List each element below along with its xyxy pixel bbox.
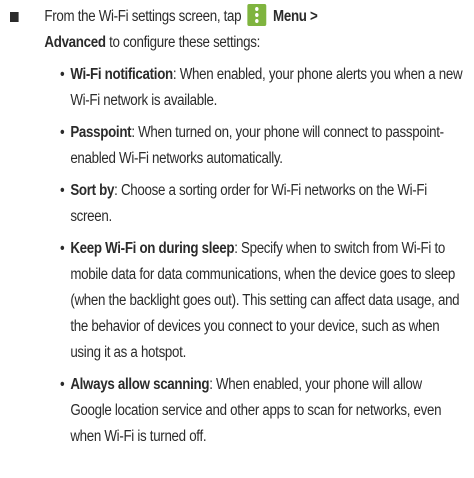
item-term: Keep Wi-Fi on during sleep [70, 240, 235, 257]
bullet-dot-icon: • [60, 240, 65, 257]
intro-paragraph: From the Wi-Fi settings screen, tap Menu… [10, 4, 470, 56]
settings-list: • Wi-Fi notification: When enabled, your… [60, 62, 464, 456]
bullet-dot-icon: • [60, 124, 65, 141]
item-term: Wi-Fi notification [70, 66, 173, 83]
intro-suffix: to configure these settings: [109, 34, 261, 51]
bullet-dot-icon: • [60, 376, 65, 393]
item-desc: : Specify when to switch from Wi-Fi to m… [70, 240, 460, 361]
bullet-dot-icon: • [60, 66, 65, 83]
bullet-dot-icon: • [60, 182, 65, 199]
menu-icon [247, 4, 267, 26]
item-desc: : Choose a sorting order for Wi-Fi netwo… [70, 182, 427, 225]
item-term: Passpoint [70, 124, 132, 141]
list-item: • Wi-Fi notification: When enabled, your… [60, 62, 464, 114]
intro-text: From the Wi-Fi settings screen, tap Menu… [44, 4, 470, 56]
list-item: • Sort by: Choose a sorting order for Wi… [60, 178, 464, 230]
intro-prefix: From the Wi-Fi settings screen, tap [44, 8, 242, 25]
item-term: Sort by [70, 182, 115, 199]
square-bullet-icon [10, 12, 19, 22]
item-term: Always allow scanning [70, 376, 210, 393]
menu-label: Menu > [273, 8, 318, 25]
list-item: • Passpoint: When turned on, your phone … [60, 120, 464, 172]
advanced-label: Advanced [44, 34, 106, 51]
list-item: • Keep Wi-Fi on during sleep: Specify wh… [60, 236, 464, 366]
manual-page: From the Wi-Fi settings screen, tap Menu… [0, 0, 474, 478]
list-item: • Always allow scanning: When enabled, y… [60, 372, 464, 450]
